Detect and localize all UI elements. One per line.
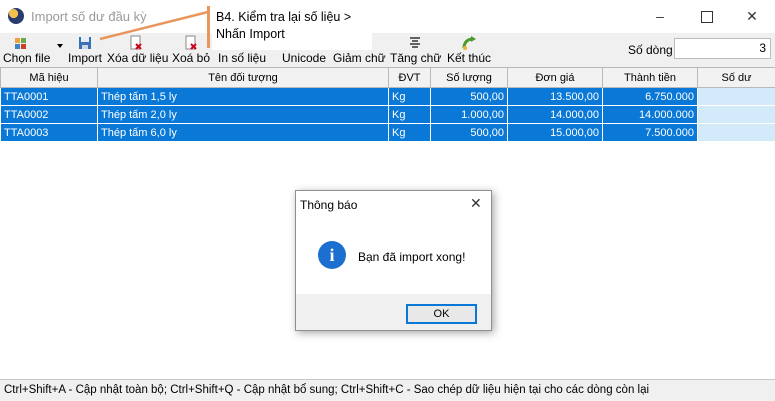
app-logo-icon bbox=[8, 8, 24, 24]
increase-font-icon bbox=[410, 37, 420, 48]
callout-pointer-line bbox=[99, 10, 209, 41]
choose-file-button[interactable]: Chọn file bbox=[3, 33, 51, 67]
dialog-close-button[interactable]: ✕ bbox=[470, 195, 482, 212]
dialog-title: Thông báo bbox=[300, 198, 358, 212]
exit-button[interactable]: Kết thúc bbox=[446, 33, 492, 67]
chevron-down-icon[interactable] bbox=[57, 44, 63, 48]
cell-quantity[interactable]: 500,00 bbox=[430, 87, 508, 106]
callout-marker bbox=[207, 6, 210, 48]
decrease-font-label: Giảm chữ bbox=[333, 51, 386, 65]
instruction-callout: B4. Kiểm tra lại số liệu > Nhấn Import bbox=[212, 6, 372, 50]
grid-header-row: Mã hiệu Tên đối tượng ĐVT Số lượng Đơn g… bbox=[0, 67, 775, 88]
dialog-message: Bạn đã import xong! bbox=[358, 250, 466, 264]
rows-count-input[interactable]: 3 bbox=[674, 38, 771, 59]
cell-name[interactable]: Thép tấm 2,0 ly bbox=[97, 105, 389, 124]
cell-quantity[interactable]: 1.000,00 bbox=[430, 105, 508, 124]
cell-code[interactable]: TTA0002 bbox=[0, 105, 98, 124]
table-row[interactable]: TTA0001 Thép tấm 1,5 ly Kg 500,00 13.500… bbox=[0, 87, 775, 106]
col-header-code[interactable]: Mã hiệu bbox=[0, 67, 98, 88]
maximize-button[interactable] bbox=[684, 0, 730, 32]
close-window-button[interactable]: ✕ bbox=[729, 0, 775, 32]
import-label: Import bbox=[67, 51, 102, 65]
data-grid: Mã hiệu Tên đối tượng ĐVT Số lượng Đơn g… bbox=[0, 67, 775, 142]
callout-line-1: B4. Kiểm tra lại số liệu > bbox=[216, 10, 352, 24]
col-header-unit-price[interactable]: Đơn giá bbox=[507, 67, 603, 88]
delete-data-label: Xóa dữ liệu bbox=[107, 51, 169, 65]
info-icon: i bbox=[318, 241, 346, 269]
col-header-amount[interactable]: Thành tiền bbox=[602, 67, 698, 88]
cell-name[interactable]: Thép tấm 1,5 ly bbox=[97, 87, 389, 106]
exit-label: Kết thúc bbox=[446, 51, 492, 65]
exit-icon bbox=[462, 36, 476, 50]
cell-code[interactable]: TTA0001 bbox=[0, 87, 98, 106]
minimize-button[interactable]: – bbox=[637, 0, 683, 32]
cell-name[interactable]: Thép tấm 6,0 ly bbox=[97, 123, 389, 142]
cell-unit-price[interactable]: 15.000,00 bbox=[507, 123, 603, 142]
rows-label: Số dòng bbox=[628, 43, 673, 57]
status-bar: Ctrl+Shift+A - Cập nhật toàn bộ; Ctrl+Sh… bbox=[0, 379, 775, 401]
cell-balance[interactable] bbox=[697, 123, 775, 142]
cell-code[interactable]: TTA0003 bbox=[0, 123, 98, 142]
cell-balance[interactable] bbox=[697, 87, 775, 106]
cell-unit[interactable]: Kg bbox=[388, 87, 431, 106]
cell-amount[interactable]: 14.000.000 bbox=[602, 105, 698, 124]
cell-quantity[interactable]: 500,00 bbox=[430, 123, 508, 142]
file-select-icon bbox=[15, 38, 26, 49]
delete-label: Xoá bỏ bbox=[171, 51, 211, 65]
cell-unit-price[interactable]: 13.500,00 bbox=[507, 87, 603, 106]
print-data-label: In số liệu bbox=[218, 51, 267, 65]
increase-font-label: Tăng chữ bbox=[390, 51, 442, 65]
ok-button[interactable]: OK bbox=[406, 304, 477, 324]
cell-amount[interactable]: 7.500.000 bbox=[602, 123, 698, 142]
cell-balance[interactable] bbox=[697, 105, 775, 124]
col-header-balance[interactable]: Số dư bbox=[697, 67, 775, 88]
cell-unit[interactable]: Kg bbox=[388, 105, 431, 124]
cell-unit[interactable]: Kg bbox=[388, 123, 431, 142]
choose-file-label: Chọn file bbox=[3, 51, 51, 65]
save-icon bbox=[79, 37, 91, 49]
cell-unit-price[interactable]: 14.000,00 bbox=[507, 105, 603, 124]
cell-amount[interactable]: 6.750.000 bbox=[602, 87, 698, 106]
table-row[interactable]: TTA0002 Thép tấm 2,0 ly Kg 1.000,00 14.0… bbox=[0, 105, 775, 124]
col-header-unit[interactable]: ĐVT bbox=[388, 67, 431, 88]
maximize-icon bbox=[701, 11, 713, 24]
table-row[interactable]: TTA0003 Thép tấm 6,0 ly Kg 500,00 15.000… bbox=[0, 123, 775, 142]
col-header-name[interactable]: Tên đối tượng bbox=[97, 67, 389, 88]
col-header-quantity[interactable]: Số lượng bbox=[430, 67, 508, 88]
unicode-label: Unicode bbox=[282, 51, 327, 65]
callout-line-2: Nhấn Import bbox=[216, 27, 285, 41]
message-dialog: Thông báo ✕ i Bạn đã import xong! OK bbox=[295, 190, 492, 331]
increase-font-button[interactable]: Tăng chữ bbox=[390, 33, 442, 67]
